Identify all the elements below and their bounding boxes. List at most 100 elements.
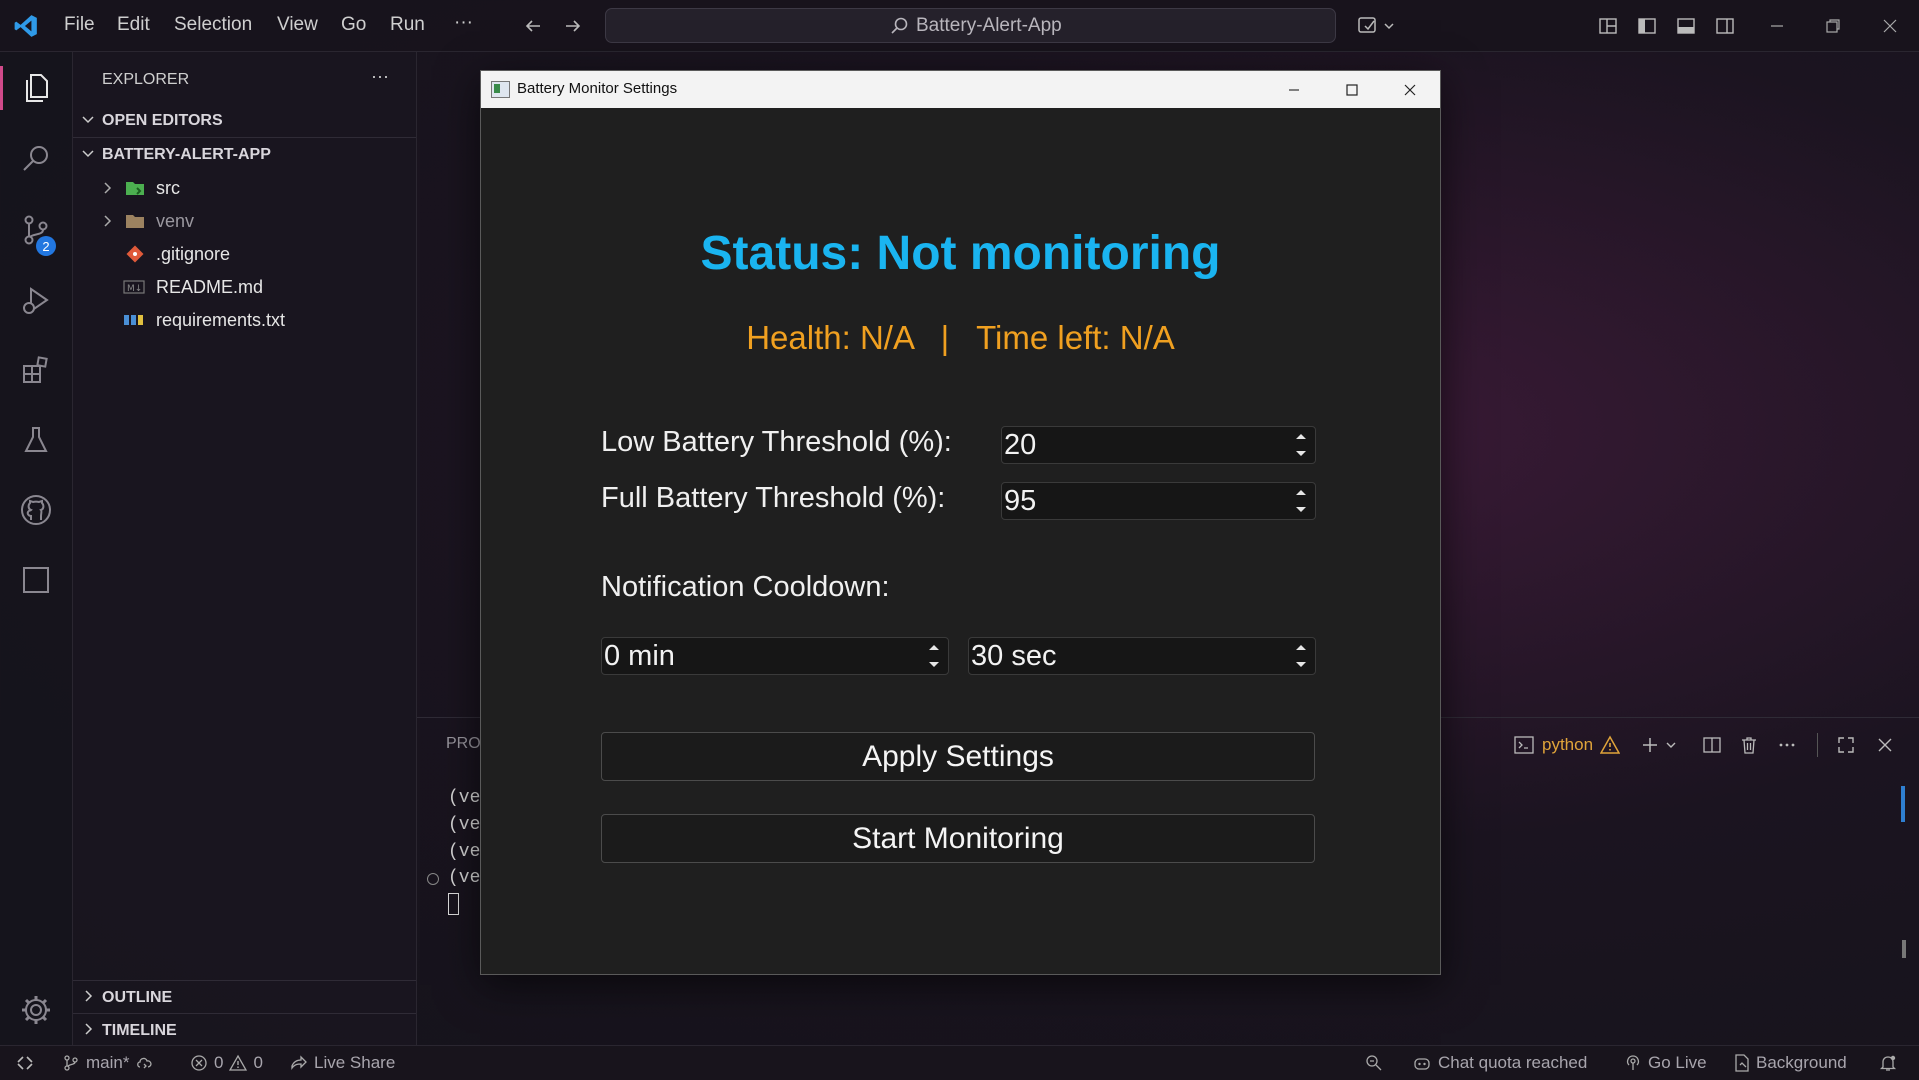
tree-item-src[interactable]: src <box>73 173 416 203</box>
dialog-close-button[interactable] <box>1381 71 1439 108</box>
tree-item-readme[interactable]: M↓ README.md <box>73 272 416 302</box>
cooldown-seconds-input[interactable] <box>971 638 1248 674</box>
status-heading: Status: Not monitoring <box>700 227 1221 280</box>
project-label: BATTERY-ALERT-APP <box>102 146 271 163</box>
live-share-label: Live Share <box>314 1053 396 1072</box>
low-threshold-input[interactable] <box>1004 427 1255 463</box>
command-center-search[interactable]: Battery-Alert-App <box>605 8 1336 43</box>
spin-arrows-icon[interactable] <box>1293 640 1309 672</box>
open-editors-section[interactable]: OPEN EDITORS <box>73 106 416 136</box>
apply-settings-button[interactable]: Apply Settings <box>601 732 1315 781</box>
maximize-panel-icon[interactable] <box>1834 733 1858 757</box>
menu-go[interactable]: Go <box>341 14 366 36</box>
split-terminal-icon[interactable] <box>1700 733 1724 757</box>
chat-quota-indicator[interactable]: Chat quota reached <box>1412 1053 1587 1073</box>
run-debug-icon[interactable] <box>14 278 58 322</box>
cooldown-minutes-spinbox[interactable] <box>601 637 949 675</box>
dialog-minimize-button[interactable] <box>1265 71 1323 108</box>
warning-count: 0 <box>253 1053 263 1072</box>
remote-explorer-icon[interactable] <box>14 558 58 602</box>
live-share-button[interactable]: Live Share <box>290 1053 395 1073</box>
tree-item-gitignore[interactable]: .gitignore <box>73 239 416 269</box>
full-threshold-label: Full Battery Threshold (%): <box>601 482 946 514</box>
close-window-icon[interactable] <box>1875 13 1905 39</box>
spin-arrows-icon[interactable] <box>1293 485 1309 517</box>
forward-arrow-icon[interactable] <box>560 13 586 39</box>
tree-item-label: src <box>156 178 180 198</box>
menu-edit[interactable]: Edit <box>117 14 150 36</box>
chevron-down-icon[interactable] <box>1662 735 1680 755</box>
python-requirements-icon <box>123 312 145 328</box>
background-label: Background <box>1756 1053 1847 1072</box>
toggle-secondary-sidebar-icon[interactable] <box>1712 13 1738 39</box>
cooldown-minutes-input[interactable] <box>604 638 881 674</box>
problems-indicator[interactable]: 0 0 <box>190 1053 263 1073</box>
full-threshold-spinbox[interactable] <box>1001 482 1316 520</box>
explorer-sidebar: EXPLORER ··· OPEN EDITORS BATTERY-ALERT-… <box>73 52 417 1045</box>
low-threshold-spinbox[interactable] <box>1001 426 1316 464</box>
extensions-icon[interactable] <box>14 348 58 392</box>
explorer-files-icon[interactable] <box>14 66 58 110</box>
remote-indicator-icon[interactable] <box>10 1051 40 1075</box>
testing-flask-icon[interactable] <box>14 418 58 462</box>
background-button[interactable]: Background <box>1734 1053 1847 1073</box>
chevron-down-icon <box>80 111 96 127</box>
notifications-bell-icon[interactable] <box>1876 1052 1900 1074</box>
spin-arrows-icon[interactable] <box>1293 429 1309 461</box>
menu-selection[interactable]: Selection <box>174 14 252 36</box>
explorer-more-button[interactable]: ··· <box>371 66 389 87</box>
restore-icon[interactable] <box>1818 13 1848 39</box>
close-panel-icon[interactable] <box>1873 733 1897 757</box>
dialog-title: Battery Monitor Settings <box>517 80 678 97</box>
menu-file[interactable]: File <box>64 14 95 36</box>
customize-layout-icon[interactable] <box>1595 13 1621 39</box>
search-icon[interactable] <box>14 136 58 180</box>
copilot-icon[interactable] <box>1354 12 1400 40</box>
tree-item-requirements[interactable]: requirements.txt <box>73 305 416 335</box>
chevron-right-icon <box>99 180 115 196</box>
go-live-button[interactable]: Go Live <box>1624 1053 1707 1073</box>
tree-item-label: venv <box>156 211 195 231</box>
menu-more[interactable]: ··· <box>454 12 473 34</box>
divider <box>1817 733 1818 757</box>
minimize-icon[interactable] <box>1762 13 1792 39</box>
github-icon[interactable] <box>14 488 58 532</box>
start-monitoring-button[interactable]: Start Monitoring <box>601 814 1315 863</box>
branch-name: main* <box>86 1053 130 1072</box>
spin-arrows-icon[interactable] <box>926 640 942 672</box>
more-actions-icon[interactable] <box>1775 733 1799 757</box>
command-decoration-icon <box>427 873 439 885</box>
markdown-file-icon: M↓ <box>123 279 145 295</box>
folder-src-icon <box>125 179 145 197</box>
panel-tab-problems[interactable]: PRO <box>446 735 481 753</box>
toggle-panel-icon[interactable] <box>1673 13 1699 39</box>
terminal-scrollbar[interactable] <box>1901 786 1905 822</box>
scm-badge: 2 <box>36 236 56 256</box>
terminal-cursor <box>448 893 459 915</box>
file-icon <box>1734 1054 1750 1072</box>
outline-section[interactable]: OUTLINE <box>73 983 416 1013</box>
zoom-icon[interactable] <box>1362 1052 1386 1074</box>
terminal-line: (ve <box>448 868 481 888</box>
full-threshold-input[interactable] <box>1004 483 1255 519</box>
tree-item-label: .gitignore <box>156 244 231 264</box>
active-indicator <box>0 66 3 110</box>
dialog-maximize-button[interactable] <box>1323 71 1381 108</box>
terminal-name[interactable]: python <box>1542 735 1593 755</box>
tree-item-venv[interactable]: venv <box>73 206 416 236</box>
trash-icon[interactable] <box>1737 733 1761 757</box>
toggle-sidebar-icon[interactable] <box>1634 13 1660 39</box>
back-arrow-icon[interactable] <box>520 13 546 39</box>
new-terminal-plus-icon[interactable] <box>1638 733 1662 757</box>
cooldown-seconds-spinbox[interactable] <box>968 637 1316 675</box>
menu-view[interactable]: View <box>277 14 318 36</box>
git-file-icon <box>125 244 145 264</box>
settings-gear-icon[interactable] <box>14 988 58 1032</box>
menu-run[interactable]: Run <box>390 14 425 36</box>
battery-info-text: Health: N/A | Time left: N/A <box>746 319 1175 356</box>
project-section[interactable]: BATTERY-ALERT-APP <box>73 140 416 170</box>
search-icon <box>890 16 910 36</box>
terminal-scrollbar-thumb[interactable] <box>1902 940 1906 958</box>
branch-indicator[interactable]: main* <box>62 1053 155 1073</box>
timeline-section[interactable]: TIMELINE <box>73 1016 416 1046</box>
